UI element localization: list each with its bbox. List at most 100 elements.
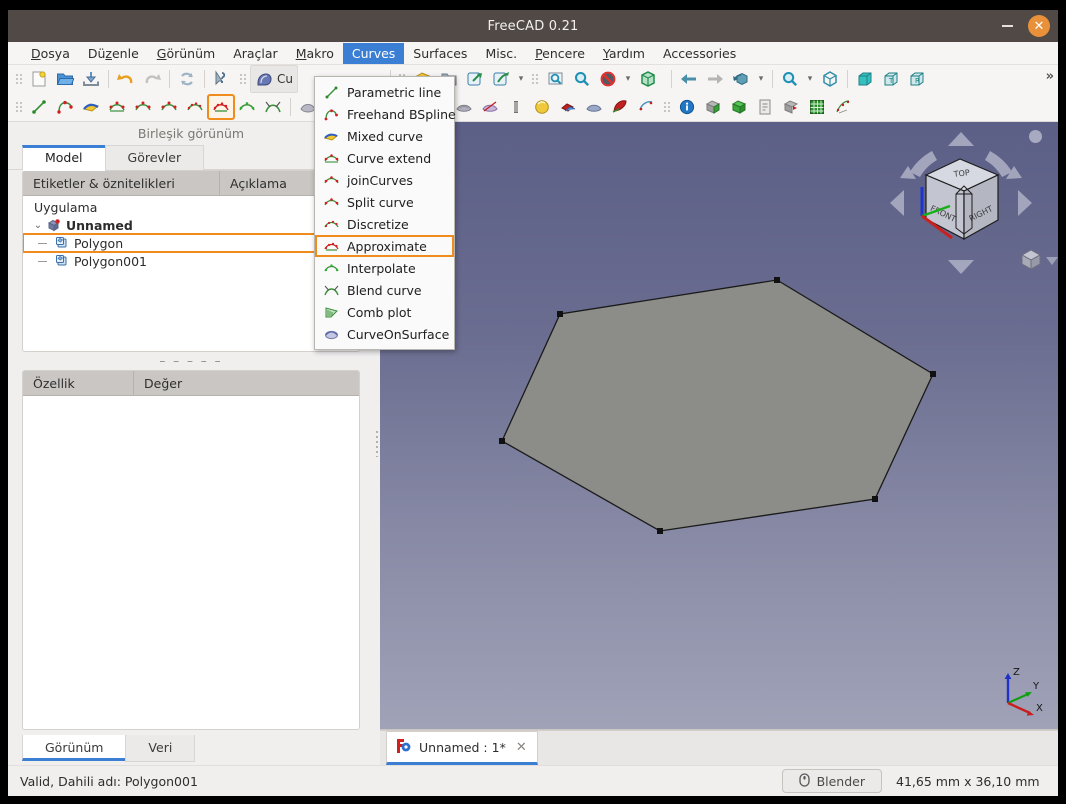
menu-item-approximate[interactable]: Approximate [315, 235, 454, 257]
box-element-icon[interactable] [700, 95, 726, 119]
toolbar-grip[interactable] [14, 70, 23, 88]
tree-node-polygon001[interactable]: Polygon001 [23, 252, 359, 270]
undo-icon[interactable] [113, 67, 139, 91]
blend-curve-icon[interactable] [260, 95, 286, 119]
zoom-icon[interactable] [569, 67, 595, 91]
3d-viewport[interactable]: TOP FRONT RIGHT Z Y X [380, 122, 1058, 730]
no-selection-icon[interactable] [595, 67, 621, 91]
property-col-value[interactable]: Değer [134, 371, 359, 395]
split-curve-icon[interactable] [156, 95, 182, 119]
menu-gorunum[interactable]: Görünüm [148, 43, 224, 64]
toolbar-grip[interactable] [238, 70, 247, 88]
menu-item-curve-on-surface[interactable]: CurveOnSurface [315, 323, 454, 345]
workbench-selector[interactable]: Cu [250, 65, 298, 93]
menu-item-freehand-bspline[interactable]: Freehand BSpline [315, 103, 456, 125]
close-icon[interactable]: ✕ [514, 740, 527, 755]
selection-view-icon[interactable] [752, 95, 778, 119]
fit-selection-icon[interactable] [543, 67, 569, 91]
menu-curves[interactable]: Curves [342, 42, 405, 64]
curve-extend-icon[interactable] [104, 95, 130, 119]
axonometric-view-icon[interactable] [728, 67, 754, 91]
close-button[interactable]: ✕ [1028, 15, 1050, 37]
reflect-lines-icon[interactable] [633, 95, 659, 119]
draw-style-dropdown-icon[interactable]: ▾ [621, 74, 635, 84]
back-arrow-icon[interactable] [676, 67, 702, 91]
menu-pencere[interactable]: Pencere [526, 43, 594, 64]
link-dropdown-icon[interactable]: ▾ [514, 74, 528, 84]
menu-misc[interactable]: Misc. [476, 43, 526, 64]
blend-solid-icon[interactable] [581, 95, 607, 119]
menu-item-curve-extend[interactable]: Curve extend [315, 147, 454, 169]
join-curves-icon[interactable] [130, 95, 156, 119]
tab-model[interactable]: Model [22, 145, 106, 171]
tree-root-application[interactable]: Uygulama [23, 198, 359, 216]
point-cloud-icon[interactable] [830, 95, 856, 119]
document-tab-unnamed[interactable]: Unnamed : 1* ✕ [386, 731, 538, 765]
toolbar-grip[interactable] [662, 98, 671, 116]
chevron-down-icon[interactable]: ⌄ [31, 220, 45, 231]
new-document-icon[interactable] [26, 67, 52, 91]
tab-veri[interactable]: Veri [125, 735, 196, 762]
map-on-face-icon[interactable] [503, 95, 529, 119]
menu-item-parametric-line[interactable]: Parametric line [315, 81, 454, 103]
info-icon[interactable] [674, 95, 700, 119]
freehand-bspline-icon[interactable] [52, 95, 78, 119]
menu-surfaces[interactable]: Surfaces [404, 43, 476, 64]
menu-item-split-curve[interactable]: Split curve [315, 191, 454, 213]
pipeshell-profile-icon[interactable] [555, 95, 581, 119]
menu-item-mixed-curve[interactable]: Mixed curve [315, 125, 454, 147]
save-document-icon[interactable] [78, 67, 104, 91]
interpolate-icon[interactable] [234, 95, 260, 119]
toolbar-grip[interactable] [531, 70, 540, 88]
link-make-icon[interactable] [462, 67, 488, 91]
toolbar-overflow-button[interactable]: » [1046, 69, 1054, 84]
menu-accessories[interactable]: Accessories [654, 43, 745, 64]
link-make-relative-icon[interactable] [488, 67, 514, 91]
zoom-dropdown-icon[interactable]: ▾ [803, 74, 817, 84]
tree-node-polygon[interactable]: Polygon [23, 233, 359, 253]
open-document-icon[interactable] [52, 67, 78, 91]
property-col-name[interactable]: Özellik [23, 371, 134, 395]
solid-box-icon[interactable] [726, 95, 752, 119]
tree-col-labels[interactable]: Etiketler & öznitelikleri [23, 171, 220, 195]
face-map-icon[interactable] [778, 95, 804, 119]
menu-item-comb-plot[interactable]: Comb plot [315, 301, 454, 323]
menu-araclar[interactable]: Araçlar [224, 43, 287, 64]
menu-item-interpolate[interactable]: Interpolate [315, 257, 454, 279]
menu-duzenle[interactable]: Düzenle [79, 43, 148, 64]
menu-yardim[interactable]: Yardım [594, 43, 654, 64]
navcube-home-icon[interactable] [1029, 130, 1042, 143]
navigation-cube[interactable]: TOP FRONT RIGHT [886, 128, 1036, 278]
solid-icon[interactable] [529, 95, 555, 119]
isometric-view-icon[interactable] [817, 67, 843, 91]
right-view-icon[interactable]: R [904, 67, 930, 91]
approximate-icon[interactable] [207, 94, 235, 120]
extract-icon[interactable] [607, 95, 633, 119]
view-dropdown-icon[interactable]: ▾ [754, 74, 768, 84]
zoom-box-icon[interactable] [777, 67, 803, 91]
bounding-box-icon[interactable] [635, 67, 661, 91]
parametric-line-icon[interactable] [26, 95, 52, 119]
menu-item-blend-curve[interactable]: Blend curve [315, 279, 454, 301]
redo-icon[interactable] [139, 67, 165, 91]
refresh-icon[interactable] [174, 67, 200, 91]
top-view-icon[interactable]: T [878, 67, 904, 91]
grid-icon[interactable] [804, 95, 830, 119]
minimize-button[interactable] [996, 15, 1018, 37]
toolbar-grip[interactable] [14, 98, 23, 116]
tree-node-unnamed[interactable]: ⌄ Unnamed [23, 216, 359, 234]
menu-item-discretize[interactable]: Discretize [315, 213, 454, 235]
tab-gorevler[interactable]: Görevler [104, 145, 205, 170]
menu-dosya[interactable]: Dosya [22, 43, 79, 64]
menu-item-joincurves[interactable]: joinCurves [315, 169, 454, 191]
panel-splitter-handle[interactable]: – – – – – [8, 352, 374, 370]
what-is-this-icon[interactable] [209, 67, 235, 91]
navigation-style-button[interactable]: Blender [781, 769, 882, 793]
front-view-icon[interactable] [852, 67, 878, 91]
menu-makro[interactable]: Makro [287, 43, 343, 64]
discretize-icon[interactable] [182, 95, 208, 119]
forward-arrow-icon[interactable] [702, 67, 728, 91]
mixed-curve-icon[interactable] [78, 95, 104, 119]
tab-gorunum[interactable]: Görünüm [22, 735, 127, 761]
rotate-icon[interactable] [477, 95, 503, 119]
